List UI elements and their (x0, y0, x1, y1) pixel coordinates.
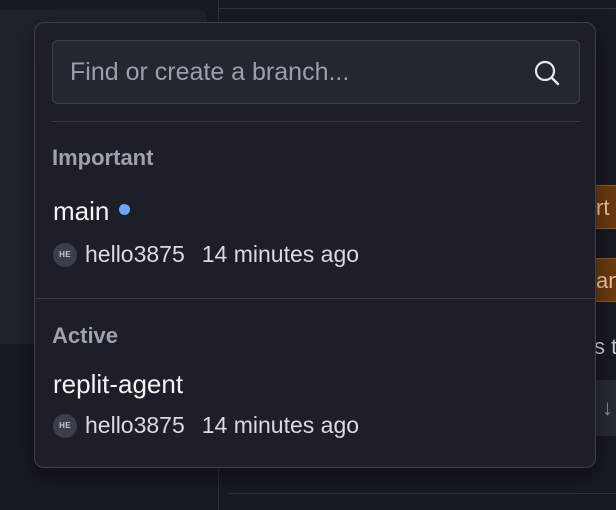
avatar: HE (53, 242, 77, 267)
background-orange-button[interactable]: rt (593, 185, 616, 229)
search-divider (52, 121, 580, 122)
current-branch-dot-icon (119, 203, 131, 215)
branch-meta: HE hello3875 14 minutes ago (53, 241, 359, 268)
arrow-down-icon: ↓ (602, 395, 613, 420)
section-label-important: Important (52, 145, 154, 170)
branch-name: replit-agent (53, 368, 184, 399)
branch-search-input[interactable] (53, 41, 523, 103)
search-icon[interactable] (533, 59, 561, 87)
branch-author: hello3875 (85, 412, 185, 438)
background-orange-button[interactable]: an (593, 258, 616, 302)
background-partial-text: s t (594, 334, 616, 359)
branch-item-replit-agent[interactable]: replit-agent HE hello3875 14 minutes ago (53, 366, 573, 446)
branch-search-box (52, 40, 580, 104)
header-divider (219, 8, 616, 9)
branch-updated-time: 14 minutes ago (201, 241, 360, 267)
branch-author: hello3875 (85, 241, 185, 267)
section-label-active: Active (52, 323, 119, 348)
avatar: HE (53, 413, 77, 438)
footer-divider (228, 493, 616, 494)
branch-item-main[interactable]: main HE hello3875 14 minutes ago (53, 193, 573, 273)
branch-picker-popover: Important main HE hello3875 14 minutes a… (34, 22, 596, 468)
branch-name: main (53, 195, 110, 226)
branch-meta: HE hello3875 14 minutes ago (53, 412, 359, 439)
section-divider (35, 298, 595, 299)
branch-updated-time: 14 minutes ago (201, 412, 360, 438)
